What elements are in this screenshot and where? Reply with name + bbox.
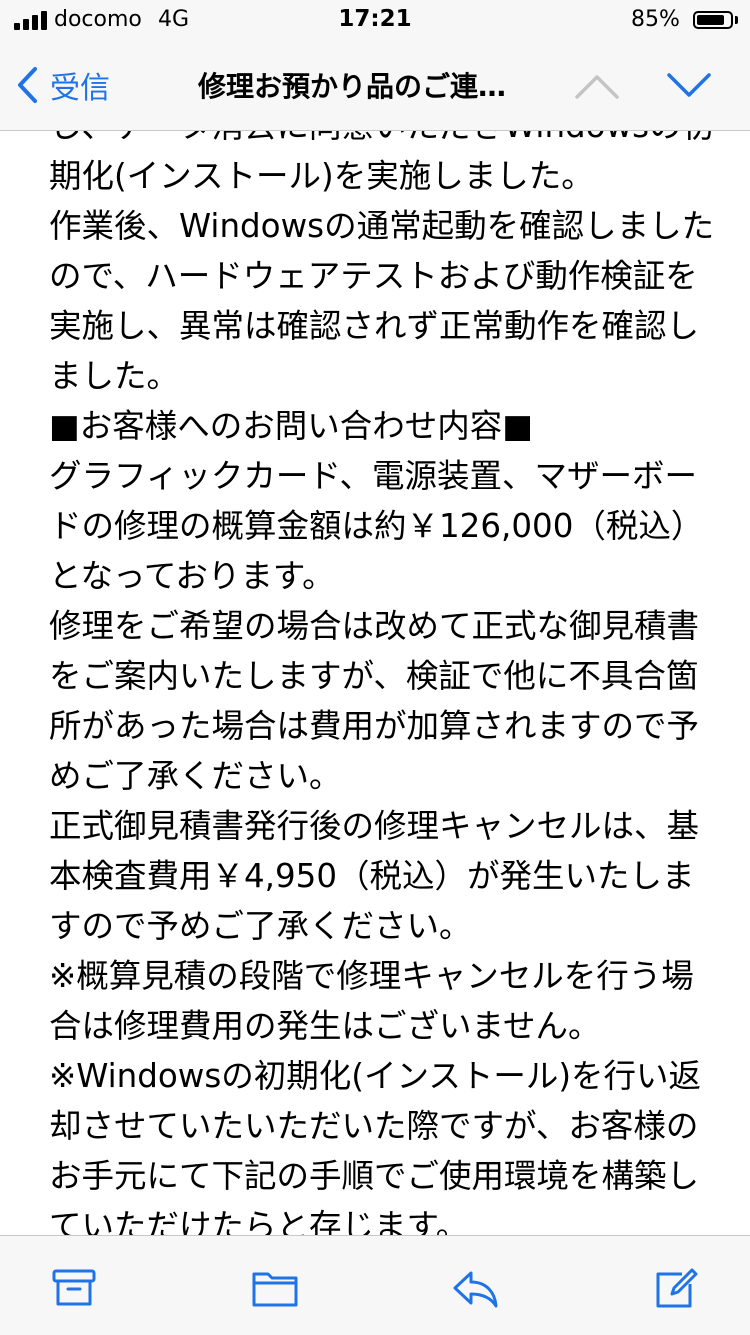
- message-line: 実施し、異常は確認されず正常動作を確認し: [49, 307, 700, 345]
- chevron-up-icon: [575, 75, 619, 99]
- chevron-left-icon: [18, 67, 37, 103]
- message-line: ていただけたらと存じます。: [49, 1207, 469, 1235]
- message-line: 合は修理費用の発生はございません。: [49, 1007, 601, 1045]
- message-line: ので、ハードウェアテストおよび動作検証を: [49, 257, 698, 295]
- message-line: めご了承ください。: [49, 757, 342, 795]
- message-line: グラフィックカード、電源装置、マザーボー: [49, 457, 698, 495]
- compose-icon[interactable]: [652, 1266, 700, 1310]
- battery-level-fill: [697, 15, 724, 25]
- folder-icon[interactable]: [251, 1266, 299, 1310]
- navigation-bar: 受信 修理お預かり品のご連…: [0, 40, 750, 131]
- message-subject-title: 修理お預かり品のご連…: [198, 70, 507, 103]
- previous-message-button[interactable]: [574, 65, 620, 105]
- message-line: ドの修理の概算金額は約￥126,000（税込）: [49, 507, 704, 545]
- message-line: 却させていたいただいた際ですが、お客様の: [49, 1107, 699, 1145]
- message-line: ■お客様へのお問い合わせ内容■: [49, 407, 533, 445]
- reply-icon[interactable]: [451, 1266, 499, 1310]
- status-bar: docomo 4G 17:21 85%: [0, 0, 750, 40]
- message-line: をご案内いたしますが、検証で他に不具合箇: [49, 657, 699, 695]
- message-line: すので予めご了承ください。: [49, 907, 472, 945]
- message-line: 期化(インストール)を実施しました。: [49, 157, 594, 195]
- back-button[interactable]: 受信: [16, 60, 110, 110]
- battery-icon: [693, 11, 733, 29]
- chevron-down-icon: [667, 73, 711, 97]
- message-line: 所があった場合は費用が加算されますので予: [49, 707, 700, 745]
- message-body-text: し、データ消去に同意いただきWindowsの初期化(インストール)を実施しました…: [49, 131, 715, 1235]
- message-line: お手元にて下記の手順でご使用環境を構築し: [49, 1157, 700, 1195]
- back-label: 受信: [50, 71, 110, 106]
- message-line: 修理をご希望の場合は改めて正式な御見積書: [49, 607, 700, 645]
- message-line: 作業後、Windowsの通常起動を確認しました: [49, 207, 715, 245]
- battery-cap: [735, 16, 738, 24]
- next-message-button[interactable]: [666, 65, 712, 105]
- message-line: し、データ消去に同意いただきWindowsの初: [49, 131, 714, 151]
- message-line: ※Windowsの初期化(インストール)を行い返: [49, 1057, 702, 1095]
- message-line: 本検査費用￥4,950（税込）が発生いたしま: [49, 857, 695, 895]
- battery-percent: 85%: [631, 7, 680, 32]
- bottom-toolbar: [0, 1235, 750, 1335]
- archive-icon[interactable]: [50, 1266, 98, 1310]
- message-line: となっております。: [49, 557, 335, 595]
- message-line: ※概算見積の段階で修理キャンセルを行う場: [49, 957, 694, 995]
- message-body-scroll[interactable]: し、データ消去に同意いただきWindowsの初期化(インストール)を実施しました…: [0, 131, 750, 1235]
- message-line: ました。: [49, 357, 180, 395]
- message-line: 正式御見積書発行後の修理キャンセルは、基: [49, 807, 700, 845]
